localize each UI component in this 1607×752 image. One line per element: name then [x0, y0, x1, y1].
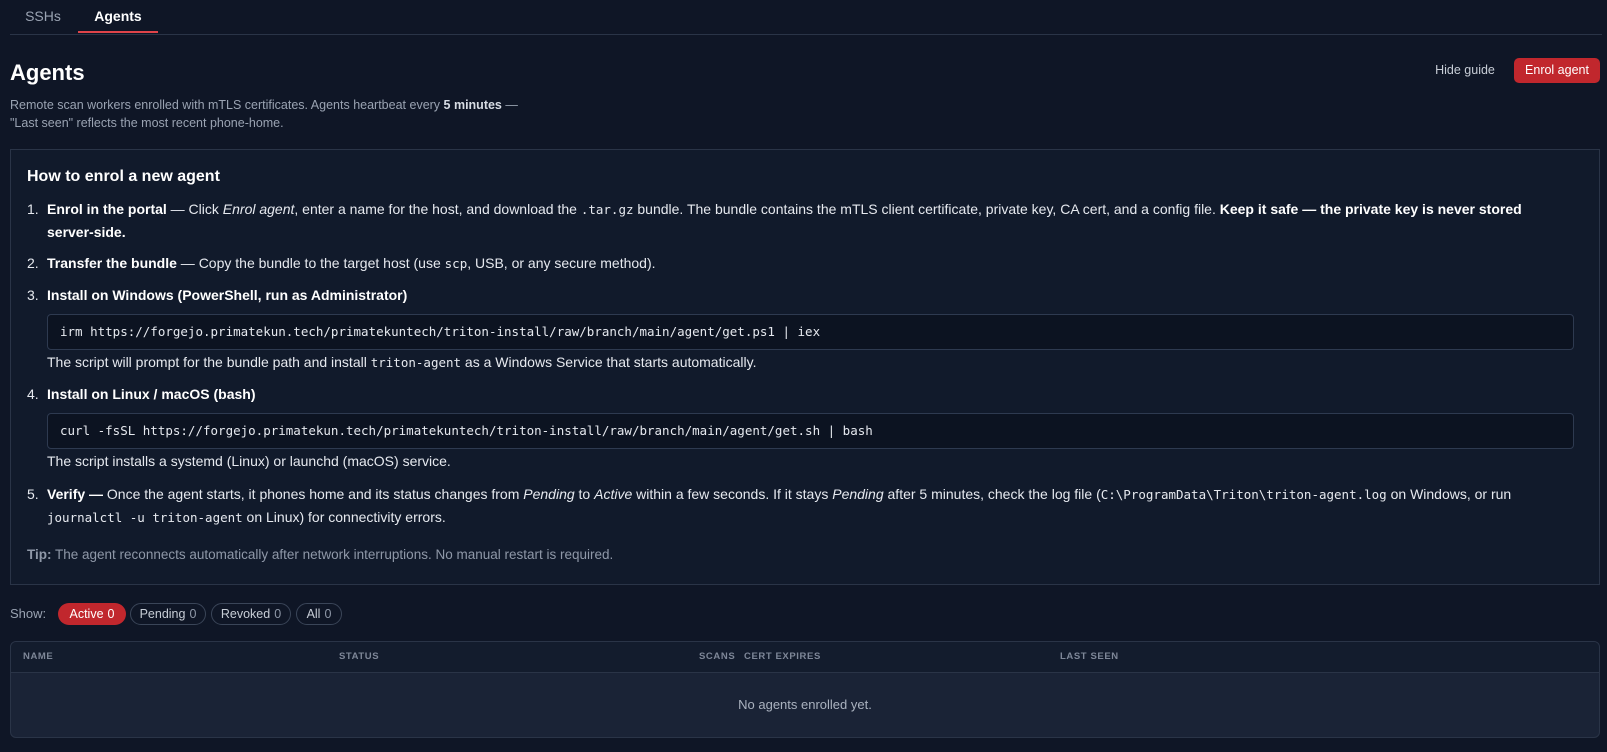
filter-all-pill[interactable]: All 0	[296, 603, 342, 625]
column-header-name[interactable]: NAME	[23, 651, 53, 662]
guide-step-3: 3. Install on Windows (PowerShell, run a…	[27, 287, 408, 303]
tab-bar: SSHs Agents	[10, 0, 1602, 35]
page-title: Agents	[10, 60, 85, 85]
guide-step-4: 4. Install on Linux / macOS (bash)	[27, 386, 256, 402]
enrol-agent-button[interactable]: Enrol agent	[1514, 58, 1600, 83]
tab-sshs[interactable]: SSHs	[10, 0, 76, 33]
filter-revoked-pill[interactable]: Revoked 0	[211, 603, 291, 625]
table-header: NAME STATUS SCANS CERT EXPIRES LAST SEEN	[11, 642, 1599, 673]
agents-table: NAME STATUS SCANS CERT EXPIRES LAST SEEN…	[10, 641, 1600, 738]
guide-step-5: 5. Verify — Once the agent starts, it ph…	[27, 486, 1512, 525]
linux-install-note: The script installs a systemd (Linux) or…	[47, 453, 451, 469]
guide-step-2: 2. Transfer the bundle — Copy the bundle…	[27, 255, 656, 271]
linux-install-command[interactable]: curl -fsSL https://forgejo.primatekun.te…	[47, 413, 1574, 449]
guide-title: How to enrol a new agent	[27, 168, 220, 185]
enrol-guide-panel: How to enrol a new agent 1. Enrol in the…	[10, 149, 1600, 585]
column-header-cert-expires[interactable]: CERT EXPIRES	[744, 651, 821, 662]
guide-step-1: 1. Enrol in the portal — Click Enrol age…	[27, 201, 1522, 240]
filter-active-pill[interactable]: Active 0	[58, 603, 126, 625]
hide-guide-button[interactable]: Hide guide	[1424, 58, 1506, 82]
page-subtitle: Remote scan workers enrolled with mTLS c…	[10, 98, 518, 130]
column-header-last-seen[interactable]: LAST SEEN	[1060, 651, 1119, 662]
guide-tip: Tip: The agent reconnects automatically …	[27, 547, 614, 562]
column-header-status[interactable]: STATUS	[339, 651, 379, 662]
column-header-scans[interactable]: SCANS	[699, 651, 735, 662]
empty-state-message: No agents enrolled yet.	[738, 697, 872, 712]
filter-label: Show:	[10, 606, 47, 621]
windows-install-command[interactable]: irm https://forgejo.primatekun.tech/prim…	[47, 314, 1574, 350]
windows-install-note: The script will prompt for the bundle pa…	[47, 354, 757, 370]
filter-pending-pill[interactable]: Pending 0	[130, 603, 206, 625]
tab-agents[interactable]: Agents	[78, 0, 158, 33]
